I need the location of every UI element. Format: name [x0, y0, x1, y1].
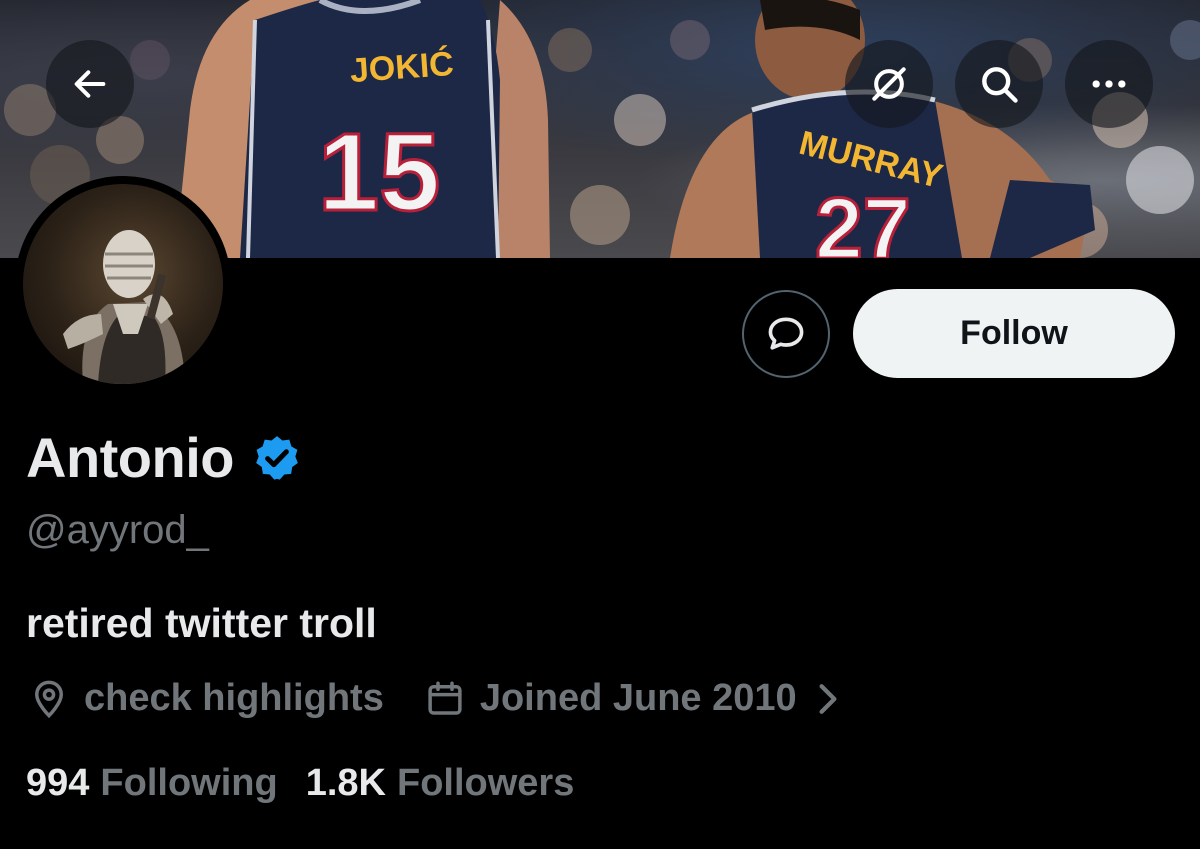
follow-stats: 994 Following 1.8K Followers	[26, 762, 574, 805]
jersey-right-number: 27	[815, 181, 911, 258]
handle: @ayyrod_	[26, 508, 209, 552]
followers-count: 1.8K	[305, 762, 386, 804]
location-text: check highlights	[84, 677, 384, 719]
profile-meta: check highlights Joined June 2010	[28, 677, 855, 720]
location: check highlights	[28, 677, 384, 720]
joined-date[interactable]: Joined June 2010	[424, 677, 855, 720]
search-button[interactable]	[955, 40, 1043, 128]
grok-button[interactable]	[845, 40, 933, 128]
more-button[interactable]	[1065, 40, 1153, 128]
avatar-image	[23, 184, 223, 384]
calendar-icon	[428, 681, 462, 715]
display-name: Antonio	[26, 426, 234, 489]
search-icon	[982, 67, 1018, 103]
avatar[interactable]	[15, 176, 231, 392]
jersey-left-number: 15	[318, 111, 440, 234]
name-row: Antonio	[26, 425, 302, 490]
location-pin-icon	[34, 680, 64, 718]
joined-text: Joined June 2010	[479, 677, 797, 719]
following-count: 994	[26, 762, 90, 804]
arrow-left-icon	[74, 70, 106, 98]
slashed-circle-icon	[872, 67, 906, 101]
verified-badge-icon[interactable]	[252, 433, 302, 483]
following-link[interactable]: 994 Following	[26, 762, 278, 805]
following-label: Following	[100, 762, 278, 804]
back-button[interactable]	[46, 40, 134, 128]
chevron-right-icon	[819, 683, 837, 714]
followers-link[interactable]: 1.8K Followers	[306, 762, 575, 805]
follow-button[interactable]: Follow	[853, 289, 1175, 378]
jersey-left-name: JOKIĆ	[349, 45, 455, 90]
message-bubble-icon	[768, 317, 804, 350]
message-button[interactable]	[742, 290, 830, 378]
player-left: JOKIĆ 15	[175, 0, 550, 258]
followers-label: Followers	[396, 762, 575, 804]
bio: retired twitter troll	[26, 600, 377, 646]
ellipsis-icon	[1092, 80, 1126, 88]
